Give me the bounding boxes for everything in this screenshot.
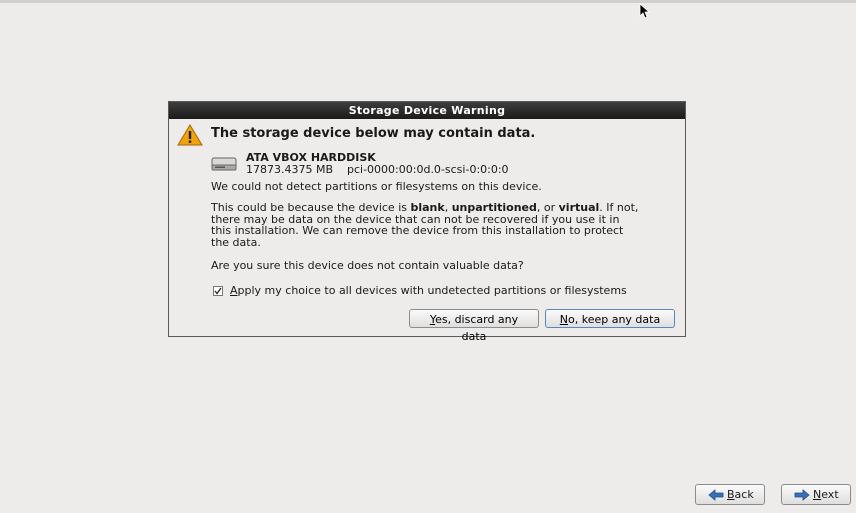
next-button[interactable]: Next (781, 484, 851, 505)
apply-all-label[interactable]: Apply my choice to all devices with unde… (230, 284, 627, 297)
warning-headline: The storage device below may contain dat… (211, 126, 536, 141)
keep-data-button[interactable]: No, keep any data (545, 309, 675, 328)
back-label: Back (727, 488, 754, 501)
top-bar (0, 0, 856, 3)
warning-icon (177, 124, 203, 146)
reason-message: This could be because the device is blan… (211, 201, 639, 249)
dialog-title: Storage Device Warning (169, 102, 685, 119)
apply-all-checkbox[interactable] (213, 286, 223, 296)
next-arrow-icon (794, 489, 810, 501)
confirm-question: Are you sure this device does not contai… (211, 259, 524, 272)
mouse-cursor-icon (639, 3, 651, 19)
discard-data-button[interactable]: Yes, discard any data (409, 309, 539, 343)
checkmark-icon (214, 287, 222, 295)
device-size: 17873.4375 MB (246, 163, 334, 176)
no-partitions-message: We could not detect partitions or filesy… (211, 180, 542, 193)
device-path: pci-0000:00:0d.0-scsi-0:0:0:0 (347, 163, 509, 176)
back-button[interactable]: Back (695, 484, 765, 505)
storage-warning-dialog: Storage Device Warning The storage devic… (168, 101, 686, 343)
back-arrow-icon (708, 489, 724, 501)
next-label: Next (813, 488, 839, 501)
harddisk-icon (211, 157, 237, 171)
